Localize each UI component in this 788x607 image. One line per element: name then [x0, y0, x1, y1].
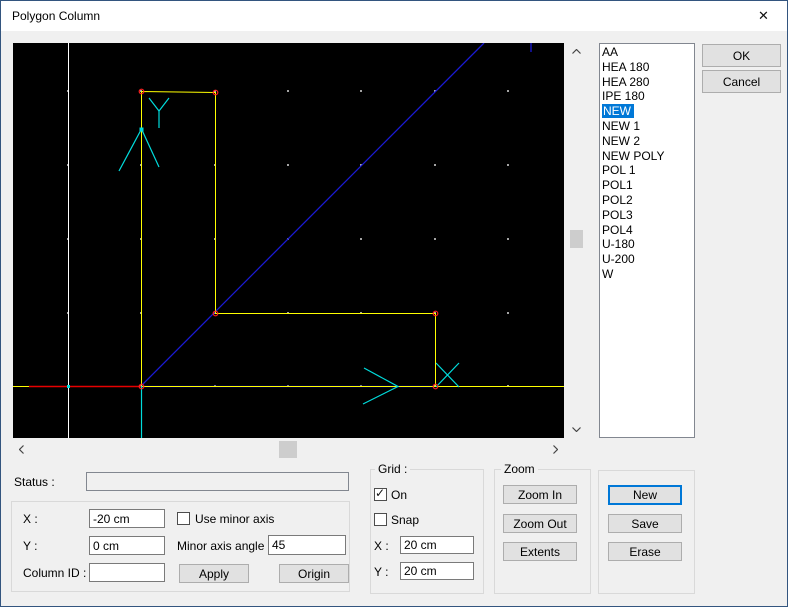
minor-axis-angle-input[interactable] [268, 535, 346, 555]
grid-on-checkbox[interactable]: ✓ [374, 488, 387, 501]
new-button[interactable]: New [608, 485, 682, 505]
list-item[interactable]: U-180 [600, 237, 694, 252]
grid-x-input[interactable] [400, 536, 474, 554]
column-id-input[interactable] [89, 563, 165, 582]
x-input[interactable] [89, 509, 165, 528]
title-bar: Polygon Column ✕ [1, 1, 787, 31]
list-item[interactable]: AA [600, 45, 694, 60]
dialog-title: Polygon Column [12, 1, 100, 31]
list-item[interactable]: HEA 280 [600, 75, 694, 90]
list-item[interactable]: POL2 [600, 193, 694, 208]
save-button[interactable]: Save [608, 514, 682, 533]
status-field[interactable] [86, 472, 349, 491]
horizontal-scroll-thumb[interactable] [279, 441, 297, 458]
scroll-down-button[interactable] [568, 421, 585, 438]
x-label: X : [23, 512, 38, 526]
zoom-group-caption: Zoom [501, 463, 538, 475]
y-input[interactable] [89, 536, 165, 555]
vertical-scrollbar[interactable] [568, 43, 585, 438]
list-item[interactable]: HEA 180 [600, 60, 694, 75]
list-item[interactable]: POL1 [600, 178, 694, 193]
vertical-scroll-thumb[interactable] [570, 230, 583, 248]
list-item[interactable]: POL4 [600, 223, 694, 238]
chevron-down-icon [572, 427, 581, 432]
list-item[interactable]: W [600, 267, 694, 282]
horizontal-scrollbar[interactable] [13, 441, 564, 458]
apply-button[interactable]: Apply [179, 564, 249, 583]
erase-button[interactable]: Erase [608, 542, 682, 561]
list-item[interactable]: NEW [600, 104, 694, 119]
grid-y-label: Y : [374, 565, 388, 579]
list-item[interactable]: NEW 2 [600, 134, 694, 149]
y-label: Y : [23, 539, 37, 553]
scroll-up-button[interactable] [568, 43, 585, 60]
zoom-in-button[interactable]: Zoom In [503, 485, 577, 504]
x-axis-label [436, 363, 459, 387]
list-item[interactable]: NEW POLY [600, 149, 694, 164]
crosshair-intersection-dot [67, 385, 70, 388]
minor-axis-diagonal [141, 43, 531, 386]
status-label: Status : [14, 475, 55, 489]
use-minor-axis-checkbox[interactable] [177, 512, 190, 525]
grid-snap-label: Snap [391, 513, 419, 527]
chevron-up-icon [572, 49, 581, 54]
section-canvas[interactable] [13, 43, 564, 438]
grid-x-label: X : [374, 539, 389, 553]
list-item[interactable]: POL 1 [600, 163, 694, 178]
grid-group-caption: Grid : [375, 463, 410, 475]
grid-snap-checkbox[interactable] [374, 513, 387, 526]
origin-button[interactable]: Origin [279, 564, 349, 583]
list-item[interactable]: POL3 [600, 208, 694, 223]
column-id-label: Column ID : [23, 566, 86, 580]
scroll-left-button[interactable] [13, 441, 30, 458]
list-item[interactable]: NEW 1 [600, 119, 694, 134]
scroll-right-button[interactable] [547, 441, 564, 458]
zoom-out-button[interactable]: Zoom Out [503, 514, 577, 533]
polygon-column-dialog: Polygon Column ✕ [0, 0, 788, 607]
close-icon: ✕ [758, 8, 769, 24]
list-item[interactable]: IPE 180 [600, 89, 694, 104]
y-axis-apex-marker [140, 128, 144, 132]
grid-y-input[interactable] [400, 562, 474, 580]
y-axis-arrowhead [119, 129, 159, 171]
section-listbox[interactable]: AAHEA 180HEA 280IPE 180NEWNEW 1NEW 2NEW … [599, 43, 695, 438]
chevron-left-icon [19, 445, 24, 454]
list-item[interactable]: U-200 [600, 252, 694, 267]
close-button[interactable]: ✕ [741, 2, 786, 30]
extents-button[interactable]: Extents [503, 542, 577, 561]
chevron-right-icon [553, 445, 558, 454]
ok-button[interactable]: OK [702, 44, 781, 67]
minor-axis-angle-label: Minor axis angle : [177, 539, 271, 553]
cancel-button[interactable]: Cancel [702, 70, 781, 93]
use-minor-axis-label: Use minor axis [195, 512, 274, 526]
grid-on-label: On [391, 488, 407, 502]
y-axis-label [149, 98, 169, 128]
